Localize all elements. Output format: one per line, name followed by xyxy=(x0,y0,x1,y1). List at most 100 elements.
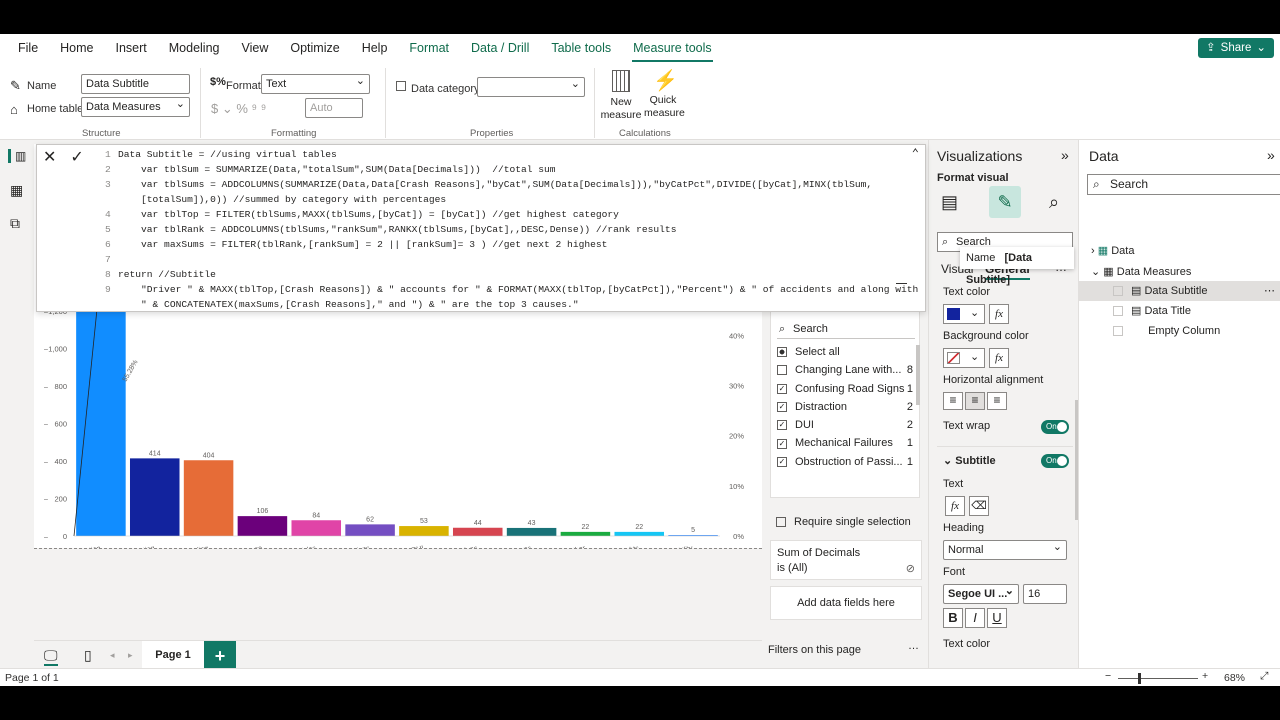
checkbox[interactable] xyxy=(776,517,786,528)
zoom-in-icon[interactable]: + xyxy=(1202,670,1208,682)
align-center-button[interactable]: ≡ xyxy=(965,392,985,410)
eye-off-icon[interactable]: ⊘ xyxy=(906,562,915,577)
filter-item[interactable]: ✓ Mechanical Failures 1 xyxy=(777,434,917,452)
more-options-icon[interactable]: ⋯ xyxy=(1264,281,1275,301)
collapse-icon[interactable]: ⌃ xyxy=(912,147,919,162)
data-search[interactable]: ⌕ Search xyxy=(1087,174,1280,195)
heading-select[interactable]: Normal xyxy=(943,538,1067,560)
table-view-icon[interactable]: ▦ xyxy=(10,182,23,199)
prev-page-icon[interactable]: ◂ xyxy=(110,650,115,661)
filter-search[interactable]: ⌕ Search xyxy=(777,319,915,339)
italic-button[interactable]: I xyxy=(965,608,985,628)
collapse-pane-icon[interactable]: » xyxy=(1061,147,1069,163)
font-size-input[interactable]: 16 xyxy=(1023,584,1067,604)
collapse-pane-icon[interactable]: » xyxy=(1267,147,1275,163)
bar[interactable] xyxy=(452,527,503,536)
table-data[interactable]: › ▦ Data xyxy=(1091,244,1134,257)
currency-icon[interactable]: $ ⌄ % ⁹ ⁹ xyxy=(211,101,266,117)
home-table-select[interactable]: Data Measures xyxy=(81,95,190,117)
text-wrap-toggle[interactable]: On xyxy=(1041,420,1069,434)
subtitle-section-header[interactable]: ⌄ Subtitle xyxy=(943,454,996,467)
fx-button[interactable]: fx xyxy=(989,348,1009,368)
bar[interactable] xyxy=(129,458,180,536)
align-right-button[interactable]: ≡ xyxy=(987,392,1007,410)
bar[interactable] xyxy=(614,531,665,536)
text-fx-button[interactable]: fx xyxy=(945,496,965,516)
checkbox[interactable] xyxy=(777,347,787,358)
fx-button[interactable]: fx xyxy=(989,304,1009,324)
filter-item[interactable]: ✓ Confusing Road Signs 1 xyxy=(777,380,917,398)
menu-insert[interactable]: Insert xyxy=(105,34,158,62)
checkbox[interactable] xyxy=(1113,306,1123,317)
bar[interactable] xyxy=(399,526,449,536)
align-left-button[interactable]: ≡ xyxy=(943,392,963,410)
decimal-places-input[interactable]: Auto xyxy=(305,98,363,118)
desktop-layout-icon[interactable]: 🖵 xyxy=(44,647,58,666)
fit-page-icon[interactable]: ⤢ xyxy=(1260,670,1268,683)
underline-button[interactable]: U xyxy=(987,608,1007,628)
add-page-button[interactable]: + xyxy=(204,641,236,671)
checkbox[interactable]: ✓ xyxy=(777,383,787,394)
add-data-fields-drop[interactable]: Add data fields here xyxy=(770,586,922,620)
menu-format[interactable]: Format xyxy=(398,34,460,62)
filter-item[interactable]: ✓ Obstruction of Passi... 1 xyxy=(777,453,917,471)
menu-table-tools[interactable]: Table tools xyxy=(540,34,622,62)
formula-code[interactable]: 1 Data Subtitle = //using virtual tables 2… xyxy=(105,147,918,312)
cancel-icon[interactable]: ✕ xyxy=(43,149,56,165)
text-color-picker[interactable]: ⌄ xyxy=(943,304,985,324)
menu-file[interactable]: File xyxy=(0,34,49,62)
menu-home[interactable]: Home xyxy=(49,34,104,62)
format-select[interactable]: Text xyxy=(261,72,370,94)
bar[interactable] xyxy=(237,516,288,536)
filter-item[interactable]: Select all xyxy=(777,343,917,361)
field-data-title[interactable]: ▤ Data Title xyxy=(1079,301,1280,321)
report-view-icon[interactable]: ▥ xyxy=(8,149,26,163)
filter-scrollbar[interactable] xyxy=(916,345,920,405)
name-input[interactable]: Data Subtitle xyxy=(81,74,190,94)
menu-view[interactable]: View xyxy=(231,34,280,62)
bar[interactable] xyxy=(560,531,611,536)
bar[interactable] xyxy=(183,460,234,536)
menu-help[interactable]: Help xyxy=(351,34,399,62)
filter-item[interactable]: Changing Lane with... 8 xyxy=(777,361,917,379)
menu-data-drill[interactable]: Data / Drill xyxy=(460,34,540,62)
page-tab-page1[interactable]: Page 1 xyxy=(142,641,204,671)
require-single-selection[interactable]: Require single selection xyxy=(776,516,911,528)
bar[interactable] xyxy=(506,527,557,536)
dax-formula-editor[interactable]: ✕ ✓ 1 Data Subtitle = //using virtual tab… xyxy=(36,144,926,312)
checkbox[interactable]: ✓ xyxy=(777,456,787,467)
next-page-icon[interactable]: ▸ xyxy=(128,650,133,661)
model-view-icon[interactable]: ⧉ xyxy=(10,215,20,232)
analytics-icon[interactable]: ⌕ xyxy=(1049,192,1059,213)
checkbox[interactable] xyxy=(777,365,787,376)
background-color-picker[interactable]: ⌄ xyxy=(943,348,985,368)
font-family-select[interactable]: Segoe UI ... xyxy=(943,582,1019,604)
zoom-out-icon[interactable]: − xyxy=(1105,670,1111,682)
menu-optimize[interactable]: Optimize xyxy=(279,34,350,62)
sum-filter-card[interactable]: Sum of Decimals is (All) ⊘ xyxy=(770,540,922,580)
share-button[interactable]: ⇪ Share ⌄ xyxy=(1198,38,1274,58)
bar[interactable] xyxy=(345,524,395,536)
field-data-subtitle[interactable]: ▤ Data Subtitle ⋯ xyxy=(1079,281,1280,301)
build-visual-icon[interactable]: ▤ xyxy=(941,192,958,213)
table-data-measures[interactable]: ⌄ ▦ Data Measures xyxy=(1091,265,1191,278)
checkbox[interactable]: ✓ xyxy=(777,401,787,412)
eraser-icon[interactable]: ⌫ xyxy=(969,496,989,516)
subtitle-toggle[interactable]: On xyxy=(1041,454,1069,468)
more-options-icon[interactable]: … xyxy=(908,640,919,652)
menu-measure-tools[interactable]: Measure tools xyxy=(622,34,723,62)
checkbox[interactable]: ✓ xyxy=(777,420,787,431)
field-empty-column[interactable]: Empty Column xyxy=(1079,321,1280,341)
commit-icon[interactable]: ✓ xyxy=(70,149,83,165)
quick-measure-button[interactable]: ⚡ Quick measure xyxy=(644,66,685,122)
bold-button[interactable]: B xyxy=(943,608,963,628)
new-measure-button[interactable]: New measure xyxy=(600,66,642,122)
filter-item[interactable]: ✓ DUI 2 xyxy=(777,416,917,434)
zoom-slider[interactable] xyxy=(1118,673,1198,684)
mobile-layout-icon[interactable]: ▯ xyxy=(84,647,92,664)
filter-item[interactable]: ✓ Distraction 2 xyxy=(777,398,917,416)
checkbox[interactable] xyxy=(1113,286,1123,297)
zoom-slider-thumb[interactable] xyxy=(1138,673,1141,684)
checkbox[interactable] xyxy=(1113,326,1123,337)
menu-modeling[interactable]: Modeling xyxy=(158,34,231,62)
